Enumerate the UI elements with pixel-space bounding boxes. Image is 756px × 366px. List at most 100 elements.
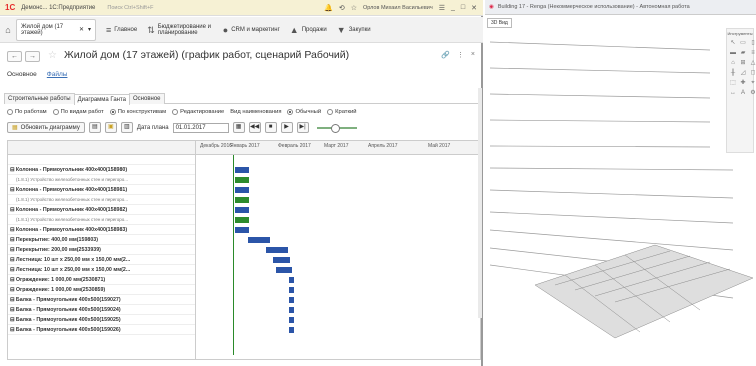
stair-tool-icon[interactable]: ≡: [749, 49, 756, 57]
open-tab[interactable]: Жилой дом (17 этажей) ✕ ▾: [16, 18, 96, 41]
gantt-row[interactable]: ⊟ Лестница: 10 шт х 250,00 мм х 150,00 м…: [8, 265, 195, 275]
favorite-star-icon[interactable]: ☆: [48, 50, 57, 61]
forward-button[interactable]: →: [25, 51, 40, 62]
radio-circle[interactable]: [172, 109, 179, 115]
view-option-2[interactable]: По конструктивам: [109, 109, 166, 115]
gantt-bar[interactable]: [288, 287, 295, 293]
gantt-row[interactable]: ⊟ Ограждение: 1 000,00 мм(2530859): [8, 285, 195, 295]
plan-date-field[interactable]: 01.01.2017: [172, 122, 229, 133]
history-icon[interactable]: ⟲: [339, 4, 345, 12]
view-option-3[interactable]: Редактирование: [172, 109, 224, 115]
zoom-slider[interactable]: [316, 123, 357, 133]
gantt-row[interactable]: ⊟ Перекрытие: 400,00 мм(159803): [8, 235, 195, 245]
section-1[interactable]: ⇅ Бюджетирование и планирование: [147, 24, 213, 36]
refresh-diagram-button[interactable]: ▦ Обновить диаграмму: [7, 122, 85, 133]
railing-tool-icon[interactable]: ╫: [729, 69, 737, 77]
gantt-row[interactable]: ⊟ Колонна - Прямоугольник 400х400(158981…: [8, 185, 195, 195]
gantt-row[interactable]: ⊟ Колонна - Прямоугольник 400х400(158980…: [8, 165, 195, 175]
gantt-bar[interactable]: [234, 207, 250, 213]
gantt-bar[interactable]: [288, 277, 295, 283]
gantt-row[interactable]: ⊟ Колонна - Прямоугольник 400х400(158983…: [8, 225, 195, 235]
back-button[interactable]: ←: [7, 51, 22, 62]
grid-icon[interactable]: ▥: [120, 122, 133, 133]
global-search[interactable]: Поиск Ctrl+Shift+F: [107, 5, 153, 11]
window-tool-icon[interactable]: ⊞: [739, 59, 747, 67]
gantt-bar[interactable]: [288, 307, 295, 313]
gantt-bar[interactable]: [273, 257, 290, 263]
gantt-row[interactable]: ⊟ Ограждение: 1 000,00 мм(2530871): [8, 275, 195, 285]
gantt-row[interactable]: ⊟ Балка - Прямоугольник 400х500(159027): [8, 295, 195, 305]
door-tool-icon[interactable]: ⌂: [729, 59, 737, 67]
radio-circle[interactable]: [52, 109, 59, 115]
radio-circle[interactable]: [109, 109, 116, 115]
vertical-scrollbar[interactable]: [478, 88, 482, 318]
tab-2[interactable]: Основное: [129, 93, 165, 104]
gantt-row[interactable]: (1.8.1) Устройство железобетонных стен и…: [8, 215, 195, 225]
slab-tool-icon[interactable]: ▰: [739, 49, 747, 57]
beam-tool-icon[interactable]: ▬: [729, 49, 737, 57]
maximize-icon[interactable]: □: [461, 4, 465, 11]
rewind-icon[interactable]: ◀◀: [248, 122, 261, 133]
radio-circle[interactable]: [287, 109, 294, 115]
gantt-bar[interactable]: [275, 267, 293, 273]
gantt-bar[interactable]: [266, 247, 288, 253]
gantt-bar[interactable]: [234, 197, 250, 203]
wall-tool-icon[interactable]: ▭: [739, 39, 747, 47]
room-tool-icon[interactable]: ⬚: [729, 79, 737, 87]
view-option-5[interactable]: Обычный: [287, 109, 321, 115]
tab-dropdown-icon[interactable]: ▾: [88, 26, 91, 33]
gantt-row[interactable]: ⊟ Колонна - Прямоугольник 400х400(158982…: [8, 205, 195, 215]
radio-circle[interactable]: [327, 109, 334, 115]
view-option-1[interactable]: По видам работ: [52, 109, 104, 115]
current-user[interactable]: Орлов Михаил Васильевич: [363, 5, 433, 11]
dimension-tool-icon[interactable]: ↔: [729, 89, 737, 97]
tab-1[interactable]: Диаграмма Ганта: [73, 94, 131, 105]
minimize-icon[interactable]: _: [451, 4, 455, 11]
tab-close-icon[interactable]: ✕: [79, 26, 84, 33]
view-option-6[interactable]: Краткий: [327, 109, 356, 115]
gantt-bar[interactable]: [288, 297, 295, 303]
close-icon[interactable]: ✕: [471, 4, 477, 12]
section-0[interactable]: ≡ Главное: [106, 24, 137, 36]
gantt-bar[interactable]: [248, 237, 270, 243]
gantt-row[interactable]: [8, 155, 195, 165]
roof-tool-icon[interactable]: △: [749, 59, 756, 67]
link-icon[interactable]: 🔗: [441, 51, 450, 59]
highlight-icon[interactable]: ▣: [104, 122, 117, 133]
level-tool-icon[interactable]: ⌖: [749, 79, 756, 87]
calendar-icon[interactable]: ▦: [232, 122, 245, 133]
gantt-bar[interactable]: [234, 227, 250, 233]
gantt-bar[interactable]: [234, 187, 250, 193]
section-3[interactable]: ▲ Продажи: [290, 24, 327, 36]
form-close-icon[interactable]: ×: [471, 51, 475, 59]
column-tool-icon[interactable]: ▯: [749, 39, 756, 47]
gantt-row[interactable]: ⊟ Лестница: 10 шт х 250,00 мм х 150,00 м…: [8, 255, 195, 265]
gantt-row[interactable]: ⊟ Балка - Прямоугольник 400х500(159025): [8, 315, 195, 325]
gantt-row[interactable]: ⊟ Балка - Прямоугольник 400х500(159024): [8, 305, 195, 315]
section-2[interactable]: ● CRM и маркетинг: [223, 24, 280, 36]
section-4[interactable]: ▼ Закупки: [337, 24, 371, 36]
gantt-bar[interactable]: [234, 177, 250, 183]
table-icon[interactable]: ▤: [88, 122, 101, 133]
bell-icon[interactable]: 🔔: [324, 4, 333, 12]
building-3d-view[interactable]: [485, 20, 756, 365]
view-option-0[interactable]: По работам: [7, 109, 47, 115]
radio-circle[interactable]: [7, 109, 13, 115]
gantt-row[interactable]: ⊟ Перекрытие: 200,00 мм(2533939): [8, 245, 195, 255]
gantt-bar[interactable]: [234, 217, 250, 223]
stop-icon[interactable]: ■: [264, 122, 277, 133]
home-icon[interactable]: ⌂: [0, 25, 16, 35]
gantt-row[interactable]: (1.8.1) Устройство железобетонных стен и…: [8, 195, 195, 205]
text-tool-icon[interactable]: A: [739, 89, 747, 97]
select-tool-icon[interactable]: ↖: [729, 39, 737, 47]
gantt-row[interactable]: (1.8.1) Устройство железобетонных стен и…: [8, 175, 195, 185]
favorites-icon[interactable]: ☆: [351, 4, 357, 12]
ramp-tool-icon[interactable]: ◿: [739, 69, 747, 77]
more-icon[interactable]: ⋮: [457, 51, 464, 59]
step-icon[interactable]: ▶|: [296, 122, 309, 133]
axis-tool-icon[interactable]: ✚: [739, 79, 747, 87]
settings-menu-icon[interactable]: ☰: [439, 4, 445, 12]
opening-tool-icon[interactable]: ◻: [749, 69, 756, 77]
gantt-bar[interactable]: [234, 167, 250, 173]
tab-0[interactable]: Строительные работы: [4, 93, 75, 104]
